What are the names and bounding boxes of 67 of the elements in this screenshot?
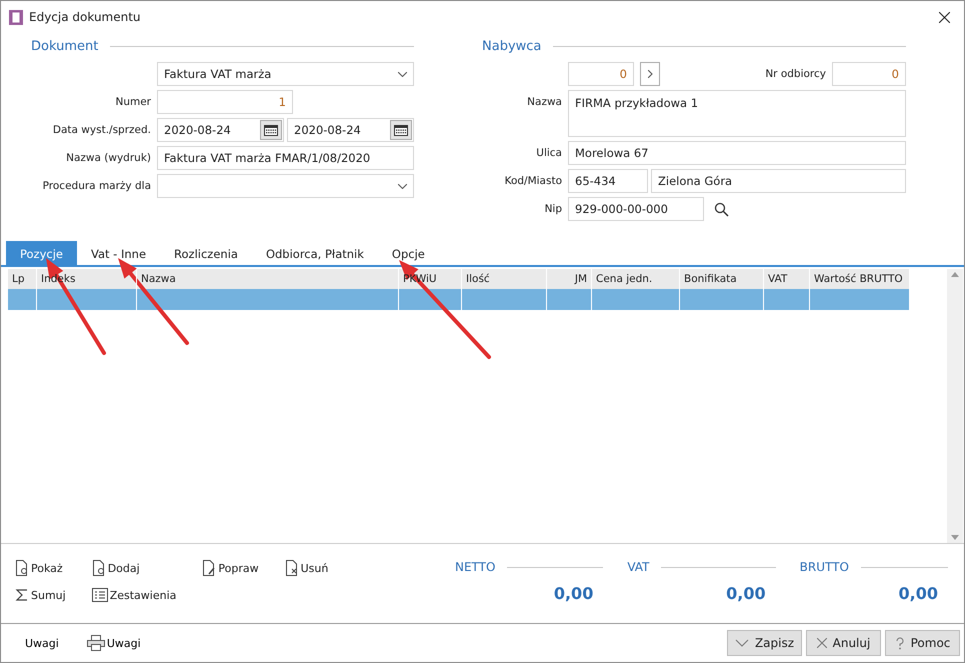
- chevron-down-icon: [398, 72, 407, 76]
- checkmark-icon: [734, 639, 749, 647]
- date-field[interactable]: 2020-08-24: [287, 118, 414, 142]
- total-value: 0,00: [898, 584, 939, 603]
- action-button[interactable]: Usuń: [284, 560, 328, 576]
- window-title: Edycja dokumentu: [29, 10, 142, 24]
- document-edit-icon: [202, 560, 216, 576]
- action-button[interactable]: Zestawienia: [92, 588, 176, 602]
- buyer-name-field[interactable]: FIRMA przykładowa 1: [568, 90, 906, 137]
- field-label: Nazwa: [526, 95, 562, 108]
- date-field[interactable]: 2020-08-24: [157, 118, 284, 142]
- dialog-button[interactable]: Zapisz: [727, 630, 802, 656]
- action-button[interactable]: Sumuj: [15, 588, 66, 602]
- street-field[interactable]: Morelowa 67: [568, 141, 906, 165]
- total-value: 0,00: [726, 584, 767, 603]
- section-heading: Nabywca: [482, 39, 542, 54]
- total-label: NETTO: [455, 560, 496, 574]
- nip-field[interactable]: 929-000-00-000: [568, 197, 704, 221]
- calendar-icon: [264, 124, 278, 136]
- list-icon: [92, 588, 108, 602]
- dialog-button[interactable]: Anuluj: [806, 630, 881, 656]
- field-label: Nip: [544, 203, 562, 215]
- help-icon: [894, 636, 905, 650]
- chevron-right-icon: [648, 70, 652, 78]
- close-icon: [816, 638, 827, 648]
- field-label: Numer: [114, 96, 151, 108]
- printer-icon: [86, 635, 105, 651]
- total-label: VAT: [627, 560, 650, 574]
- calendar-button[interactable]: [390, 120, 412, 140]
- calendar-button[interactable]: [260, 120, 282, 140]
- field-label: Kod/Miasto: [504, 175, 562, 187]
- field-label: Data wyst./sprzed.: [52, 124, 151, 136]
- tab[interactable]: Rozliczenia: [160, 241, 252, 267]
- field-label: Ulica: [535, 147, 562, 159]
- recipient-number-field[interactable]: 0: [832, 62, 906, 86]
- postcode-field[interactable]: 65-434: [568, 169, 648, 193]
- dialog-button[interactable]: Pomoc: [885, 630, 960, 656]
- buyer-id-field[interactable]: 0: [568, 62, 634, 86]
- tab[interactable]: Odbiorca, Płatnik: [252, 241, 378, 267]
- calendar-icon: [394, 124, 408, 136]
- chevron-down-icon: [398, 184, 407, 188]
- section-heading: Dokument: [31, 39, 98, 54]
- action-button[interactable]: Pokaż: [15, 560, 66, 576]
- notes-button[interactable]: Uwagi: [25, 636, 59, 650]
- tab[interactable]: Pozycje: [6, 241, 77, 267]
- action-button[interactable]: Popraw: [202, 560, 259, 576]
- document-delete-icon: [284, 560, 299, 576]
- field-label: Procedura marży dla: [42, 180, 151, 192]
- tab[interactable]: Vat - Inne: [77, 241, 160, 267]
- total-label: BRUTTO: [800, 560, 849, 574]
- search-icon[interactable]: [714, 202, 729, 216]
- document-type-select[interactable]: Faktura VAT marża: [157, 62, 414, 86]
- notes-button[interactable]: Uwagi: [86, 635, 141, 651]
- action-button[interactable]: Dodaj: [92, 560, 176, 576]
- field-label: Nazwa (wydruk): [65, 152, 151, 164]
- document-icon: [92, 560, 106, 576]
- total-value: 0,00: [554, 584, 594, 603]
- document-icon: [15, 560, 29, 576]
- tab[interactable]: Opcje: [378, 241, 439, 267]
- document-icon: [9, 10, 23, 24]
- sigma-icon: [15, 588, 29, 602]
- field-label: Nr odbiorcy: [764, 68, 826, 80]
- print-name-field[interactable]: Faktura VAT marża FMAR/1/08/2020: [157, 146, 414, 170]
- close-icon: [938, 12, 950, 22]
- next-button[interactable]: [640, 62, 660, 86]
- number-field[interactable]: 1: [157, 90, 293, 114]
- city-field[interactable]: Zielona Góra: [651, 169, 906, 193]
